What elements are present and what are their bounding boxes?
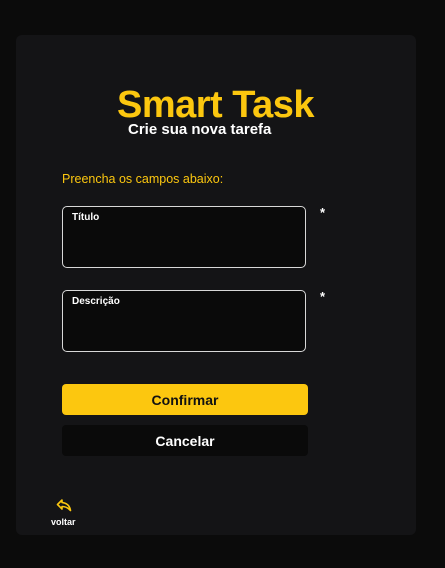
form-instructions: Preencha os campos abaixo:: [62, 172, 224, 186]
title-input[interactable]: [71, 225, 297, 263]
form-card: Smart Task Crie sua nova tarefa Preencha…: [16, 35, 416, 535]
title-field-label: Título: [72, 212, 100, 223]
confirm-button[interactable]: Confirmar: [62, 384, 308, 415]
description-field-label: Descrição: [72, 296, 120, 307]
back-button[interactable]: voltar: [48, 497, 80, 529]
back-arrow-icon: [56, 499, 72, 512]
back-label: voltar: [51, 517, 76, 527]
cancel-button[interactable]: Cancelar: [62, 425, 308, 456]
description-field[interactable]: Descrição: [62, 290, 306, 352]
page-subtitle: Crie sua nova tarefa: [128, 121, 272, 138]
title-field[interactable]: Título: [62, 206, 306, 268]
title-required-marker: *: [320, 205, 326, 220]
app-logo: Smart Task: [117, 84, 315, 126]
description-input[interactable]: [71, 309, 297, 347]
description-required-marker: *: [320, 289, 326, 304]
